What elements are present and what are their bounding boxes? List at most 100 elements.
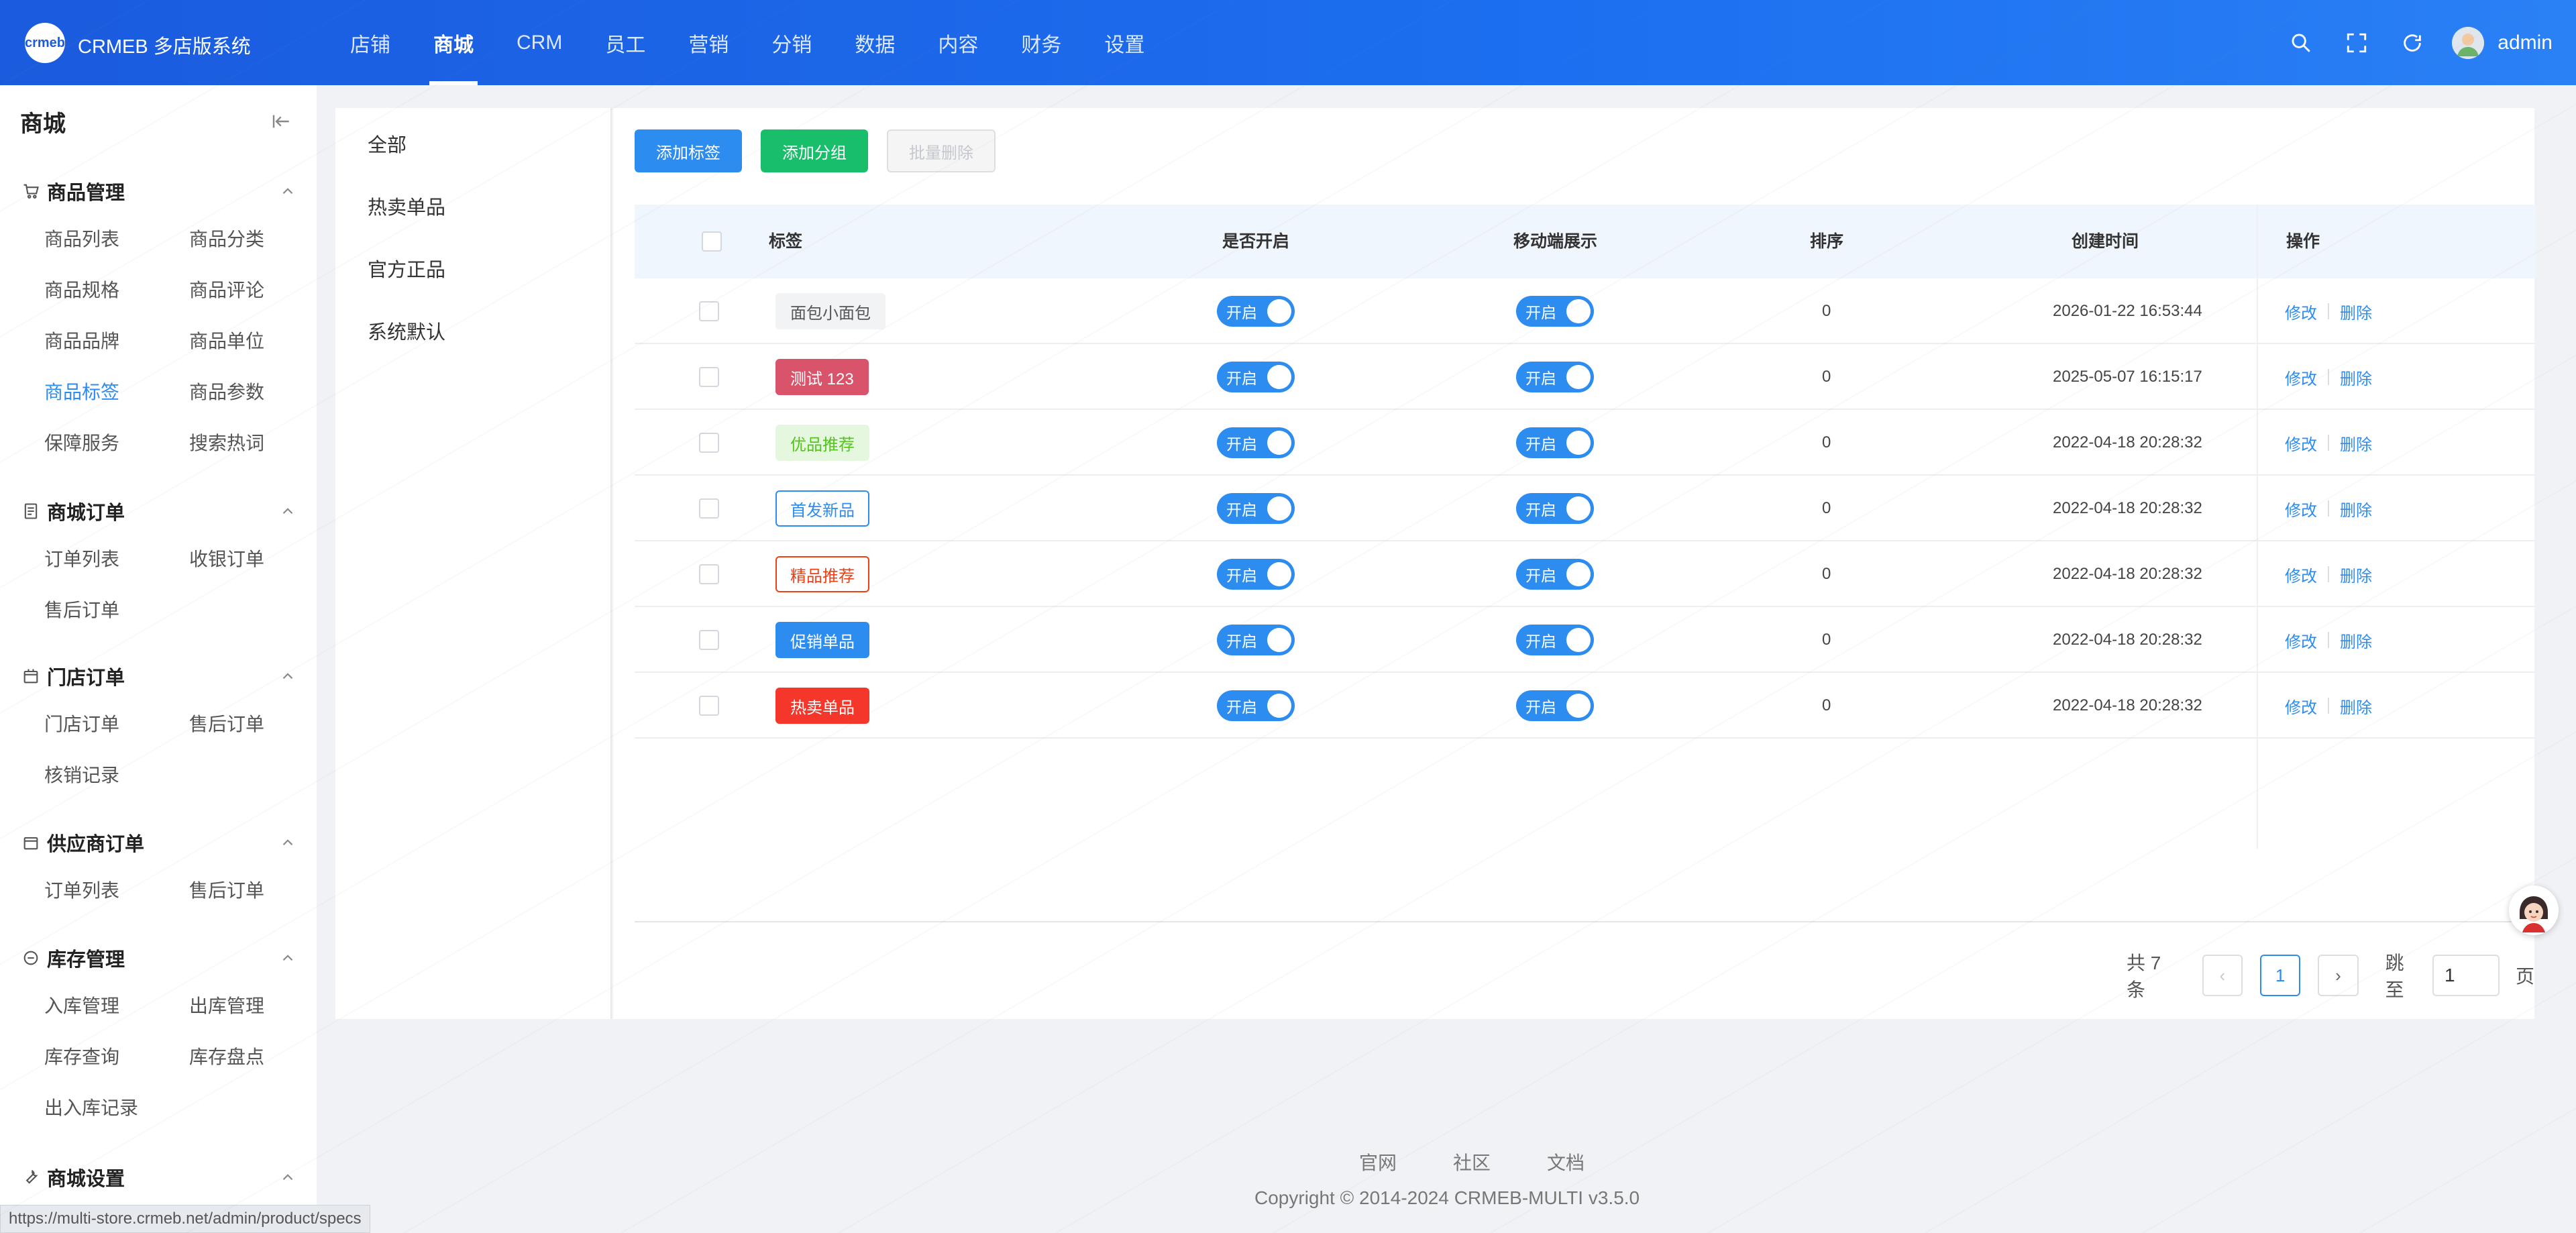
- edit-link[interactable]: 修改: [2285, 366, 2317, 389]
- edit-link[interactable]: 修改: [2285, 694, 2317, 718]
- refresh-icon[interactable]: [2396, 27, 2428, 59]
- next-page-button[interactable]: ›: [2318, 955, 2359, 996]
- tag-group-item[interactable]: 全部: [368, 129, 407, 158]
- top-nav-item-4[interactable]: 营销: [667, 0, 750, 85]
- row-checkbox[interactable]: [699, 301, 719, 321]
- sidebar-group-label: 库存管理: [47, 949, 125, 971]
- sidebar-item[interactable]: 入库管理: [44, 991, 119, 1018]
- footer-link[interactable]: 文档: [1547, 1148, 1585, 1175]
- top-nav-item-9[interactable]: 设置: [1083, 0, 1166, 85]
- crmeb-logo[interactable]: crmeb: [25, 23, 65, 63]
- delete-link[interactable]: 删除: [2340, 366, 2372, 389]
- sidebar-item[interactable]: 商品参数: [189, 378, 264, 405]
- top-nav-item-1[interactable]: 商城: [412, 0, 495, 85]
- row-checkbox[interactable]: [699, 498, 719, 519]
- sidebar-group-label: 商城订单: [47, 502, 125, 524]
- sidebar-item[interactable]: 商品标签: [44, 378, 119, 405]
- sidebar-item[interactable]: 商品规格: [44, 276, 119, 303]
- sidebar-group-5[interactable]: 商城设置: [21, 1164, 297, 1191]
- sidebar-item[interactable]: 售后订单: [189, 876, 264, 903]
- jump-page-input[interactable]: [2432, 955, 2500, 996]
- mobile-display-toggle[interactable]: 开启: [1516, 493, 1594, 524]
- edit-link[interactable]: 修改: [2285, 431, 2317, 455]
- sidebar-item[interactable]: 搜索热词: [189, 429, 264, 455]
- footer-link[interactable]: 社区: [1453, 1148, 1491, 1175]
- page-1-button[interactable]: 1: [2259, 955, 2301, 996]
- sidebar-item[interactable]: 核销记录: [44, 761, 119, 788]
- sidebar-item[interactable]: 订单列表: [44, 876, 119, 903]
- sidebar-item[interactable]: 出库管理: [189, 991, 264, 1018]
- delete-link[interactable]: 删除: [2340, 431, 2372, 455]
- edit-link[interactable]: 修改: [2285, 629, 2317, 652]
- enabled-toggle[interactable]: 开启: [1217, 625, 1295, 655]
- delete-link[interactable]: 删除: [2340, 694, 2372, 718]
- tag-group-item[interactable]: 官方正品: [368, 254, 445, 282]
- mobile-display-toggle[interactable]: 开启: [1516, 427, 1594, 458]
- sidebar-item[interactable]: 售后订单: [189, 710, 264, 737]
- footer-link[interactable]: 官网: [1359, 1148, 1397, 1175]
- batch-delete-button[interactable]: 批量删除: [887, 129, 996, 172]
- delete-link[interactable]: 删除: [2340, 497, 2372, 521]
- tag-group-item[interactable]: 系统默认: [368, 317, 445, 345]
- row-checkbox[interactable]: [699, 367, 719, 387]
- sidebar-item[interactable]: 商品品牌: [44, 327, 119, 354]
- sidebar-item[interactable]: 商品单位: [189, 327, 264, 354]
- row-checkbox[interactable]: [699, 433, 719, 453]
- search-icon[interactable]: [2285, 27, 2317, 59]
- row-checkbox[interactable]: [699, 564, 719, 584]
- user-avatar[interactable]: [2452, 26, 2485, 59]
- enabled-toggle[interactable]: 开启: [1217, 427, 1295, 458]
- sidebar-item[interactable]: 保障服务: [44, 429, 119, 455]
- enabled-toggle[interactable]: 开启: [1217, 493, 1295, 524]
- select-all-checkbox[interactable]: [702, 231, 722, 252]
- collapse-sidebar-icon[interactable]: [271, 111, 292, 132]
- enabled-toggle[interactable]: 开启: [1217, 362, 1295, 392]
- sidebar-item[interactable]: 商品列表: [44, 225, 119, 252]
- top-nav-item-8[interactable]: 财务: [1000, 0, 1083, 85]
- sidebar-group-2[interactable]: 门店订单: [21, 663, 297, 690]
- sidebar-item[interactable]: 门店订单: [44, 710, 119, 737]
- add-tag-button[interactable]: 添加标签: [635, 129, 742, 172]
- edit-link[interactable]: 修改: [2285, 497, 2317, 521]
- top-nav-item-2[interactable]: CRM: [495, 0, 584, 85]
- row-checkbox[interactable]: [699, 696, 719, 716]
- sidebar-group-3[interactable]: 供应商订单: [21, 829, 297, 856]
- tag-group-item[interactable]: 热卖单品: [368, 192, 445, 220]
- row-checkbox[interactable]: [699, 630, 719, 650]
- sidebar-item[interactable]: 订单列表: [44, 545, 119, 572]
- delete-link[interactable]: 删除: [2340, 300, 2372, 323]
- mobile-display-toggle[interactable]: 开启: [1516, 690, 1594, 721]
- enabled-toggle[interactable]: 开启: [1217, 559, 1295, 590]
- sidebar-item[interactable]: 商品评论: [189, 276, 264, 303]
- enabled-toggle[interactable]: 开启: [1217, 296, 1295, 327]
- sidebar-item[interactable]: 库存查询: [44, 1042, 119, 1069]
- fullscreen-icon[interactable]: [2341, 27, 2373, 59]
- sidebar-item[interactable]: 库存盘点: [189, 1042, 264, 1069]
- edit-link[interactable]: 修改: [2285, 563, 2317, 586]
- sidebar-item[interactable]: 出入库记录: [44, 1093, 138, 1120]
- sidebar-item[interactable]: 售后订单: [44, 596, 119, 623]
- top-nav-item-0[interactable]: 店铺: [329, 0, 412, 85]
- delete-link[interactable]: 删除: [2340, 563, 2372, 586]
- top-nav-item-7[interactable]: 内容: [916, 0, 1000, 85]
- edit-link[interactable]: 修改: [2285, 300, 2317, 323]
- sidebar-item[interactable]: 商品分类: [189, 225, 264, 252]
- mobile-display-toggle[interactable]: 开启: [1516, 559, 1594, 590]
- top-nav-item-6[interactable]: 数据: [833, 0, 916, 85]
- prev-page-button[interactable]: ‹: [2202, 955, 2243, 996]
- mobile-display-toggle[interactable]: 开启: [1516, 625, 1594, 655]
- sidebar-group-1[interactable]: 商城订单: [21, 498, 297, 525]
- top-nav-item-5[interactable]: 分销: [750, 0, 833, 85]
- delete-link[interactable]: 删除: [2340, 629, 2372, 652]
- user-name[interactable]: admin: [2498, 32, 2553, 54]
- sidebar-group-0[interactable]: 商品管理: [21, 178, 297, 205]
- mobile-display-toggle[interactable]: 开启: [1516, 296, 1594, 327]
- sidebar-group-4[interactable]: 库存管理: [21, 945, 297, 971]
- mobile-display-toggle[interactable]: 开启: [1516, 362, 1594, 392]
- tag-label: 促销单品: [775, 622, 869, 658]
- top-nav-item-3[interactable]: 员工: [584, 0, 667, 85]
- customer-service-avatar[interactable]: [2509, 886, 2559, 935]
- sidebar-item[interactable]: 收银订单: [189, 545, 264, 572]
- enabled-toggle[interactable]: 开启: [1217, 690, 1295, 721]
- add-group-button[interactable]: 添加分组: [761, 129, 868, 172]
